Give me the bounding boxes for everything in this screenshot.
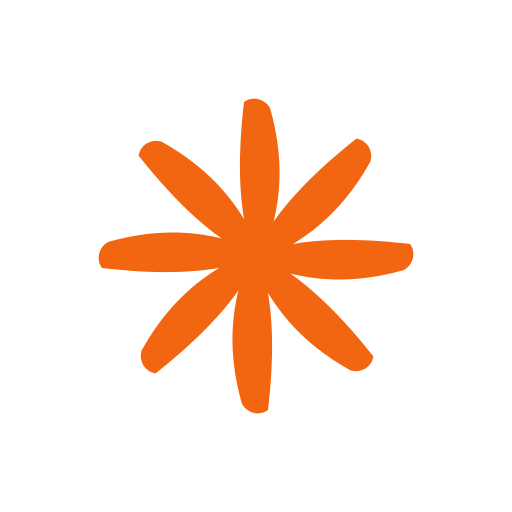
pinwheel-icon <box>0 0 512 512</box>
logo-canvas <box>0 0 512 512</box>
pinwheel-petals <box>98 98 414 414</box>
